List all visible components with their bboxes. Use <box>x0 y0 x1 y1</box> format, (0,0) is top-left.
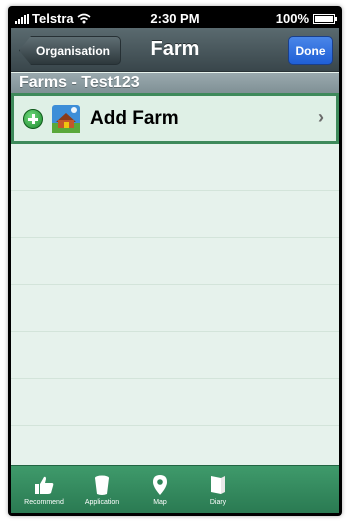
empty-list-row <box>11 191 339 238</box>
phone-frame: Telstra 2:30 PM 100% Organisation Farm D… <box>8 6 342 516</box>
add-farm-row[interactable]: Add Farm › <box>11 93 339 144</box>
add-farm-label: Add Farm <box>90 107 179 129</box>
tab-label: Recommend <box>24 499 64 506</box>
tab-recommend[interactable]: Recommend <box>15 466 73 513</box>
tab-application[interactable]: Application <box>73 466 131 513</box>
map-pin-icon <box>153 475 167 495</box>
farm-list: Add Farm › <box>11 93 339 473</box>
section-header: Farms - Test123 <box>11 73 339 93</box>
empty-list-row <box>11 238 339 285</box>
tab-label: Map <box>153 499 167 506</box>
tab-diary[interactable]: Diary <box>189 466 247 513</box>
done-button[interactable]: Done <box>288 36 333 65</box>
tab-label: Application <box>84 499 120 506</box>
navigation-bar: Organisation Farm Done <box>11 28 339 72</box>
empty-list-row <box>11 379 339 426</box>
bucket-icon <box>95 475 109 495</box>
chevron-right-icon: › <box>318 107 324 127</box>
barn-icon <box>52 104 80 133</box>
book-icon <box>211 476 225 494</box>
status-bar: Telstra 2:30 PM 100% <box>11 8 339 28</box>
tab-map[interactable]: Map <box>131 466 189 513</box>
add-icon <box>23 108 43 129</box>
tab-bar: Recommend Application Map Diary <box>11 465 339 513</box>
tab-label: Diary <box>209 499 227 506</box>
battery-percent: 100% <box>275 11 309 26</box>
thumbs-up-icon <box>35 476 54 494</box>
empty-list-row <box>11 144 339 191</box>
empty-list-row <box>11 285 339 332</box>
screen: Telstra 2:30 PM 100% Organisation Farm D… <box>11 8 339 513</box>
battery-icon <box>313 13 337 24</box>
empty-list-row <box>11 332 339 379</box>
